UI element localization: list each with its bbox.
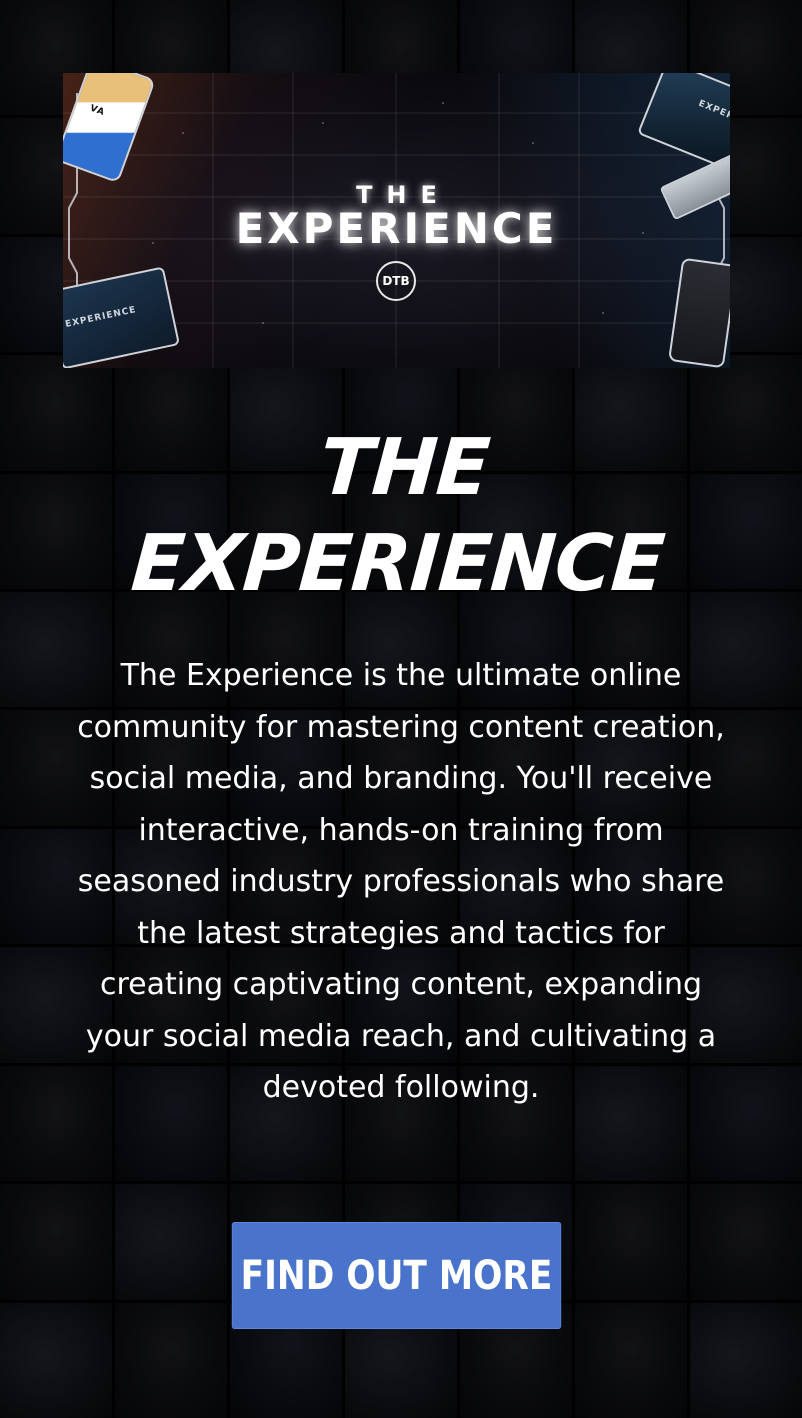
laptop-label: EXPERIENCE bbox=[64, 305, 138, 330]
headline-line-1: THE bbox=[316, 423, 492, 513]
page-headline: THE EXPERIENCE bbox=[0, 420, 802, 612]
dtb-logo: DTB bbox=[376, 261, 416, 301]
page-content: VA EXPERIENCE EXPERIENCE THE EXPERIENCE … bbox=[0, 0, 802, 1418]
phone-label: VA bbox=[88, 103, 107, 119]
banner-title-big: EXPERIENCE bbox=[235, 204, 558, 253]
experience-banner-image: VA EXPERIENCE EXPERIENCE THE EXPERIENCE … bbox=[63, 73, 730, 368]
tablet-label: EXPERIENCE bbox=[696, 98, 730, 136]
find-out-more-label: FIND OUT MORE bbox=[240, 1252, 553, 1299]
find-out-more-button[interactable]: FIND OUT MORE bbox=[231, 1222, 562, 1329]
description-text: The Experience is the ultimate online co… bbox=[77, 658, 725, 1105]
headline-line-2: EXPERIENCE bbox=[128, 519, 667, 609]
